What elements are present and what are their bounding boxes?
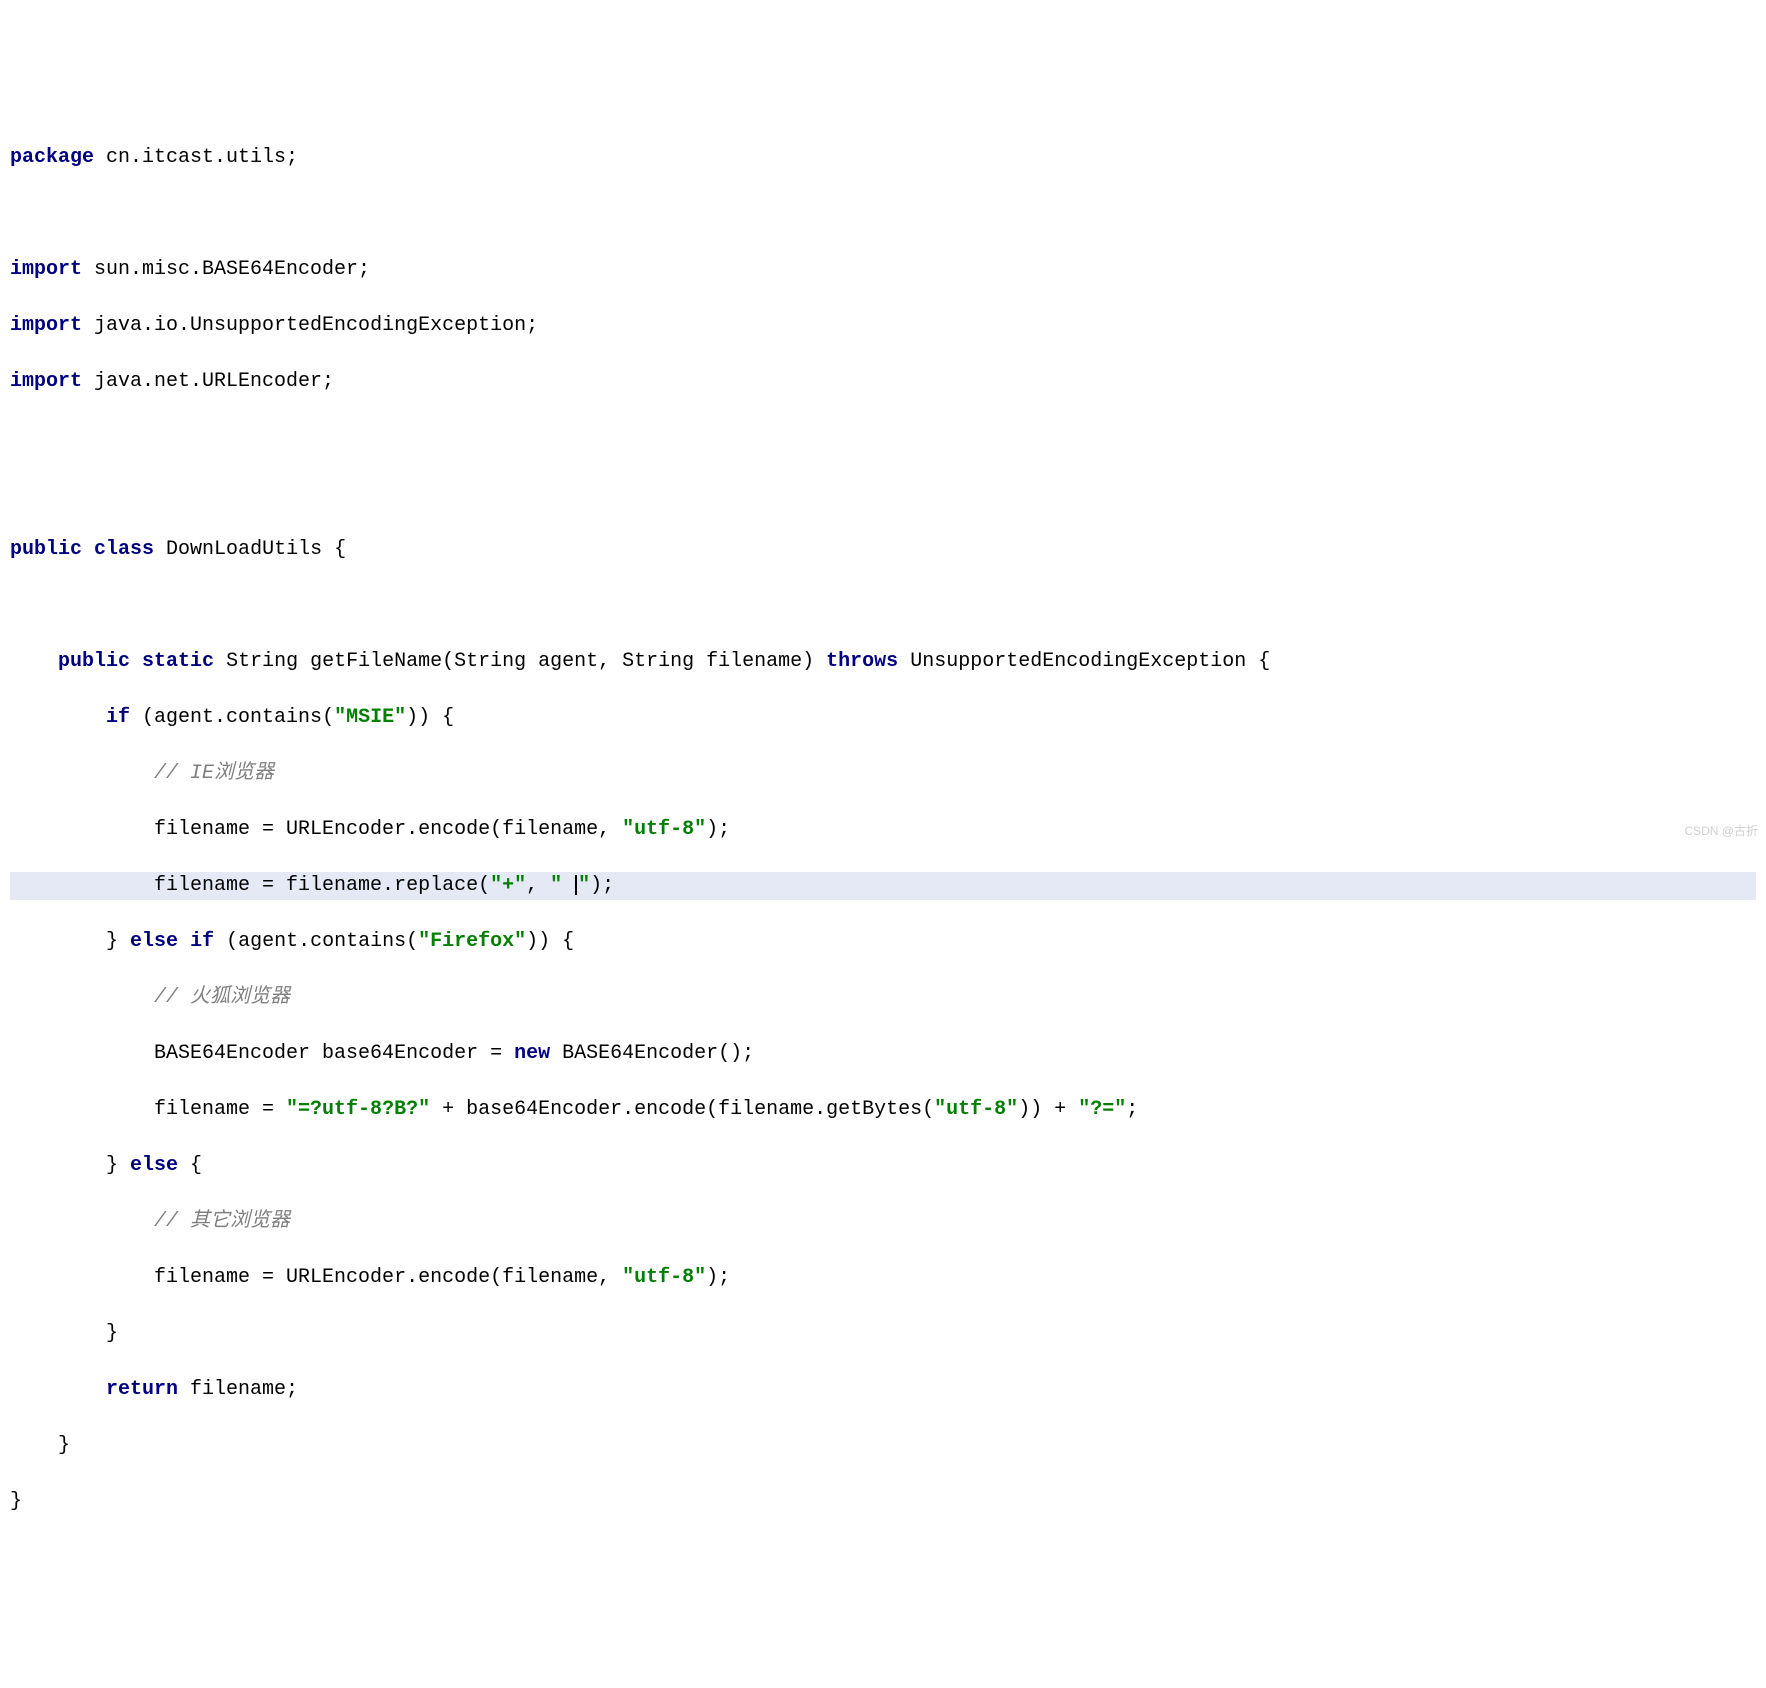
brace: } (106, 1154, 130, 1177)
stmt: ; (1126, 1098, 1138, 1121)
keyword-public: public (58, 650, 130, 673)
code-line: import java.io.UnsupportedEncodingExcept… (10, 312, 1756, 340)
keyword-package: package (10, 146, 94, 169)
stmt: filename = filename.replace( (10, 874, 490, 897)
string-literal: "utf-8" (622, 818, 706, 841)
method-sig: String getFileName(String agent, String … (214, 650, 826, 673)
code-line: filename = URLEncoder.encode(filename, "… (10, 816, 1756, 844)
code-line: // 其它浏览器 (10, 1208, 1756, 1236)
keyword-if: if (190, 930, 214, 953)
method-sig: UnsupportedEncodingException { (898, 650, 1270, 673)
code-line: BASE64Encoder base64Encoder = new BASE64… (10, 1040, 1756, 1068)
keyword-import: import (10, 314, 82, 337)
code-line: import sun.misc.BASE64Encoder; (10, 256, 1756, 284)
brace: } (106, 930, 130, 953)
stmt: ); (706, 818, 730, 841)
code-line: filename = URLEncoder.encode(filename, "… (10, 1264, 1756, 1292)
stmt: filename = URLEncoder.encode(filename, (10, 1266, 622, 1289)
string-literal: "?=" (1078, 1098, 1126, 1121)
stmt: filename = URLEncoder.encode(filename, (10, 818, 622, 841)
keyword-import: import (10, 258, 82, 281)
code-line: filename = "=?utf-8?B?" + base64Encoder.… (10, 1096, 1756, 1124)
code-line: // IE浏览器 (10, 760, 1756, 788)
string-literal: "Firefox" (418, 930, 526, 953)
comma: , (526, 874, 550, 897)
keyword-else: else (130, 1154, 178, 1177)
stmt: )) + (1018, 1098, 1078, 1121)
stmt: ); (706, 1266, 730, 1289)
comment: // 火狐浏览器 (154, 986, 290, 1009)
blank-line (10, 592, 1756, 620)
code-line: if (agent.contains("MSIE")) { (10, 704, 1756, 732)
string-literal: "MSIE" (334, 706, 406, 729)
string-literal: "+" (490, 874, 526, 897)
keyword-public: public (10, 538, 82, 561)
code-line: // 火狐浏览器 (10, 984, 1756, 1012)
stmt: ); (590, 874, 614, 897)
elseif-cond: )) { (526, 930, 574, 953)
code-line-highlighted: filename = filename.replace("+", " "); (10, 872, 1756, 900)
elseif-cond: (agent.contains( (214, 930, 418, 953)
keyword-if: if (106, 706, 130, 729)
blank-line (10, 424, 1756, 452)
string-literal: " (578, 874, 590, 897)
code-line: } (10, 1320, 1756, 1348)
comment: // IE浏览器 (154, 762, 274, 785)
code-line: } (10, 1432, 1756, 1460)
keyword-class: class (94, 538, 154, 561)
package-name: cn.itcast.utils; (94, 146, 298, 169)
import-stmt: sun.misc.BASE64Encoder; (82, 258, 370, 281)
brace: } (10, 1434, 70, 1457)
string-literal: "utf-8" (622, 1266, 706, 1289)
stmt: BASE64Encoder(); (550, 1042, 754, 1065)
blank-line (10, 200, 1756, 228)
stmt: BASE64Encoder base64Encoder = (10, 1042, 514, 1065)
keyword-new: new (514, 1042, 550, 1065)
blank-line (10, 480, 1756, 508)
import-stmt: java.net.URLEncoder; (82, 370, 334, 393)
if-cond: (agent.contains( (130, 706, 334, 729)
return-stmt: filename; (178, 1378, 298, 1401)
if-cond: )) { (406, 706, 454, 729)
brace: { (178, 1154, 202, 1177)
keyword-return: return (106, 1378, 178, 1401)
text-cursor (575, 875, 577, 895)
keyword-else: else (130, 930, 178, 953)
stmt: filename = (10, 1098, 286, 1121)
keyword-static: static (142, 650, 214, 673)
code-line: return filename; (10, 1376, 1756, 1404)
brace: } (10, 1490, 22, 1513)
code-line: public static String getFileName(String … (10, 648, 1756, 676)
code-line: } else { (10, 1152, 1756, 1180)
string-literal: "utf-8" (934, 1098, 1018, 1121)
keyword-throws: throws (826, 650, 898, 673)
code-line: } else if (agent.contains("Firefox")) { (10, 928, 1756, 956)
code-line: public class DownLoadUtils { (10, 536, 1756, 564)
code-line: import java.net.URLEncoder; (10, 368, 1756, 396)
string-literal: "=?utf-8?B?" (286, 1098, 430, 1121)
code-line: } (10, 1488, 1756, 1516)
comment: // 其它浏览器 (154, 1210, 290, 1233)
class-name: DownLoadUtils { (154, 538, 346, 561)
brace: } (10, 1322, 118, 1345)
import-stmt: java.io.UnsupportedEncodingException; (82, 314, 538, 337)
watermark-text: CSDN @古折 (1684, 823, 1758, 840)
code-line: package cn.itcast.utils; (10, 144, 1756, 172)
code-editor: package cn.itcast.utils; import sun.misc… (0, 112, 1766, 1548)
keyword-import: import (10, 370, 82, 393)
stmt: + base64Encoder.encode(filename.getBytes… (430, 1098, 934, 1121)
string-literal: " (550, 874, 574, 897)
